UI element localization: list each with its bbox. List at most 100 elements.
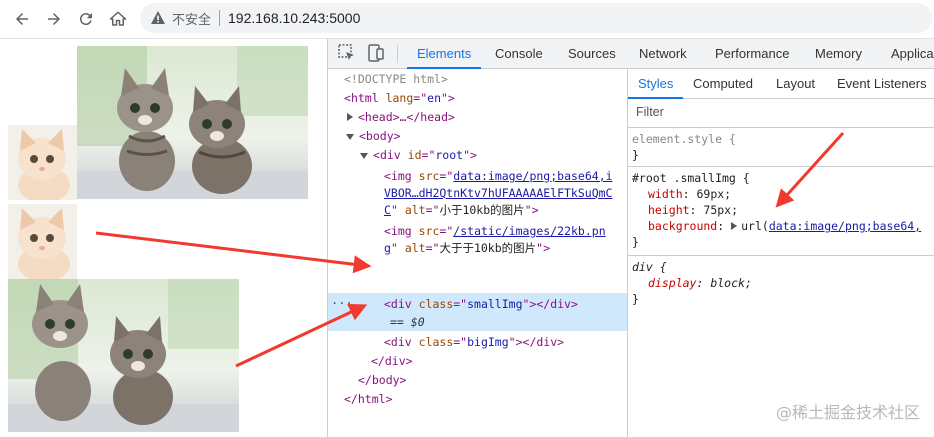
div-ua-rule: div { display: block; } [628, 256, 934, 312]
background-url-link[interactable]: data:image/png;base64, [769, 219, 921, 233]
small-kitten-image-1 [8, 125, 77, 200]
element-style-rule: element.style { } [628, 128, 934, 167]
small-img-class-value: smallImg [467, 297, 523, 311]
page-viewport [0, 39, 327, 437]
forward-button[interactable] [42, 7, 66, 31]
reload-button[interactable] [74, 7, 98, 31]
big-img-div-node[interactable]: <div class="bigImg"></div> [384, 333, 564, 352]
small-img-rule: #root .smallImg { width: 69px; height: 7… [628, 167, 934, 256]
collapse-triangle-icon[interactable] [360, 152, 368, 159]
inspect-element-icon[interactable] [337, 43, 357, 63]
root-div-close[interactable]: </div> [371, 352, 413, 371]
html-tag: html [350, 91, 379, 105]
tab-memory[interactable]: Memory [815, 39, 862, 68]
root-div-tag: div [379, 148, 401, 162]
width-value: 69px; [696, 187, 732, 201]
reload-icon [79, 13, 92, 26]
body-close[interactable]: </body> [358, 371, 406, 390]
tab-application[interactable]: Applica [891, 39, 934, 68]
background-prop: background [648, 219, 718, 233]
head-node[interactable]: <head>…</head> [347, 108, 455, 127]
root-id-attr: id [407, 148, 422, 162]
height-declaration[interactable]: height: 75px; [648, 202, 738, 218]
home-icon [109, 11, 127, 26]
height-prop: height [648, 203, 690, 217]
filter-placeholder: Filter [636, 105, 664, 119]
selected-node-marker: == $0 [390, 313, 425, 332]
img1-tag: img [390, 169, 412, 183]
tab-network[interactable]: Network [639, 39, 687, 68]
big-img-class-value: bigImg [467, 335, 509, 349]
warning-triangle-icon [151, 11, 165, 24]
expand-triangle-icon[interactable] [731, 222, 738, 230]
device-toolbar-icon[interactable] [366, 43, 386, 63]
tab-elements[interactable]: Elements [406, 39, 482, 69]
small-img-selector[interactable]: #root .smallImg { [632, 170, 750, 186]
arrow-left-icon [16, 13, 28, 25]
element-style-close: } [632, 148, 639, 162]
tab-event-listeners[interactable]: Event Listeners [837, 69, 927, 98]
element-style-selector[interactable]: element.style { [632, 131, 736, 147]
small-kitten-image-2 [8, 204, 77, 279]
img2-src-link[interactable]: /static/images/22kb.pn [453, 224, 605, 238]
doctype-node[interactable]: <!DOCTYPE html> [344, 70, 448, 89]
body-node[interactable]: <body> [346, 127, 401, 146]
styles-pane: Styles Computed Layout Event Listeners F… [627, 69, 934, 437]
expand-triangle-icon[interactable] [347, 113, 353, 121]
tab-styles[interactable]: Styles [627, 69, 684, 99]
tab-console[interactable]: Console [495, 39, 543, 68]
img2-tag: img [390, 224, 412, 238]
node-actions-ellipsis[interactable]: ... [331, 293, 353, 307]
home-button[interactable] [106, 7, 130, 31]
address-divider [219, 10, 221, 26]
dom-tree: ... <!DOCTYPE html> <html lang="en"> <he… [328, 69, 627, 437]
styles-filter-input[interactable]: Filter [628, 99, 934, 128]
root-id-value: root [435, 148, 464, 162]
tab-computed[interactable]: Computed [693, 69, 753, 98]
img1-node-line3[interactable]: C" alt="小于10kb的图片"> [384, 201, 539, 220]
url-text[interactable]: 192.168.10.243:5000 [228, 10, 360, 26]
address-bar[interactable]: 不安全 192.168.10.243:5000 [140, 3, 932, 33]
arrow-right-icon [48, 13, 60, 25]
security-label: 不安全 [172, 12, 212, 28]
width-declaration[interactable]: width: 69px; [648, 186, 731, 202]
tab-performance[interactable]: Performance [715, 39, 789, 68]
display-declaration[interactable]: display: block; [648, 275, 752, 291]
display-value: block; [710, 276, 752, 290]
head-collapsed: <head>…</head> [358, 110, 455, 124]
img2-alt-attr: alt [404, 241, 426, 255]
img2-alt-value: 大于于10kb的图片 [439, 241, 537, 255]
big-img-close-tag: </div> [522, 335, 565, 349]
two-cats-bg-image [8, 279, 239, 432]
browser-toolbar: 不安全 192.168.10.243:5000 [0, 0, 934, 39]
html-close[interactable]: </html> [344, 390, 392, 409]
img2-src-link-end[interactable]: g [384, 241, 391, 255]
height-value: 75px; [703, 203, 739, 217]
styles-tabbar: Styles Computed Layout Event Listeners [627, 69, 934, 99]
tab-layout[interactable]: Layout [776, 69, 815, 98]
toolbar-divider [397, 45, 398, 63]
back-button[interactable] [10, 7, 34, 31]
html-lang-attr: lang [385, 91, 414, 105]
small-img-close-tag: </div> [536, 297, 578, 311]
root-div-node[interactable]: <div id="root"> [360, 146, 477, 165]
background-value: url( [741, 219, 769, 233]
img1-src-link-cont[interactable]: VBOR…dH2QtnKtv7hUFAAAAAElFTkSuQmC [384, 186, 612, 200]
small-img-div-node[interactable]: <div class="smallImg"></div> [384, 295, 578, 314]
img2-node-line2[interactable]: g" alt="大于于10kb的图片"> [384, 239, 550, 258]
div-selector[interactable]: div { [632, 259, 667, 275]
watermark: @稀土掘金技术社区 [775, 403, 920, 422]
small-img-rule-close: } [632, 235, 639, 249]
img1-src-link-end[interactable]: C [384, 203, 391, 217]
body-tag: <body> [359, 129, 401, 143]
img1-src-link[interactable]: data:image/png;base64,i [453, 169, 612, 183]
img2-src-attr: src [418, 224, 440, 238]
display-prop: display [648, 276, 697, 290]
img1-alt-attr: alt [404, 203, 426, 217]
html-node[interactable]: <html lang="en"> [344, 89, 455, 108]
devtools-panel: Elements Console Sources Network Perform… [327, 39, 934, 437]
tab-sources[interactable]: Sources [568, 39, 616, 68]
devtools-tabbar: Elements Console Sources Network Perform… [328, 39, 934, 69]
collapse-triangle-icon[interactable] [346, 133, 354, 140]
background-declaration[interactable]: background: url(data:image/png;base64, [648, 218, 921, 234]
